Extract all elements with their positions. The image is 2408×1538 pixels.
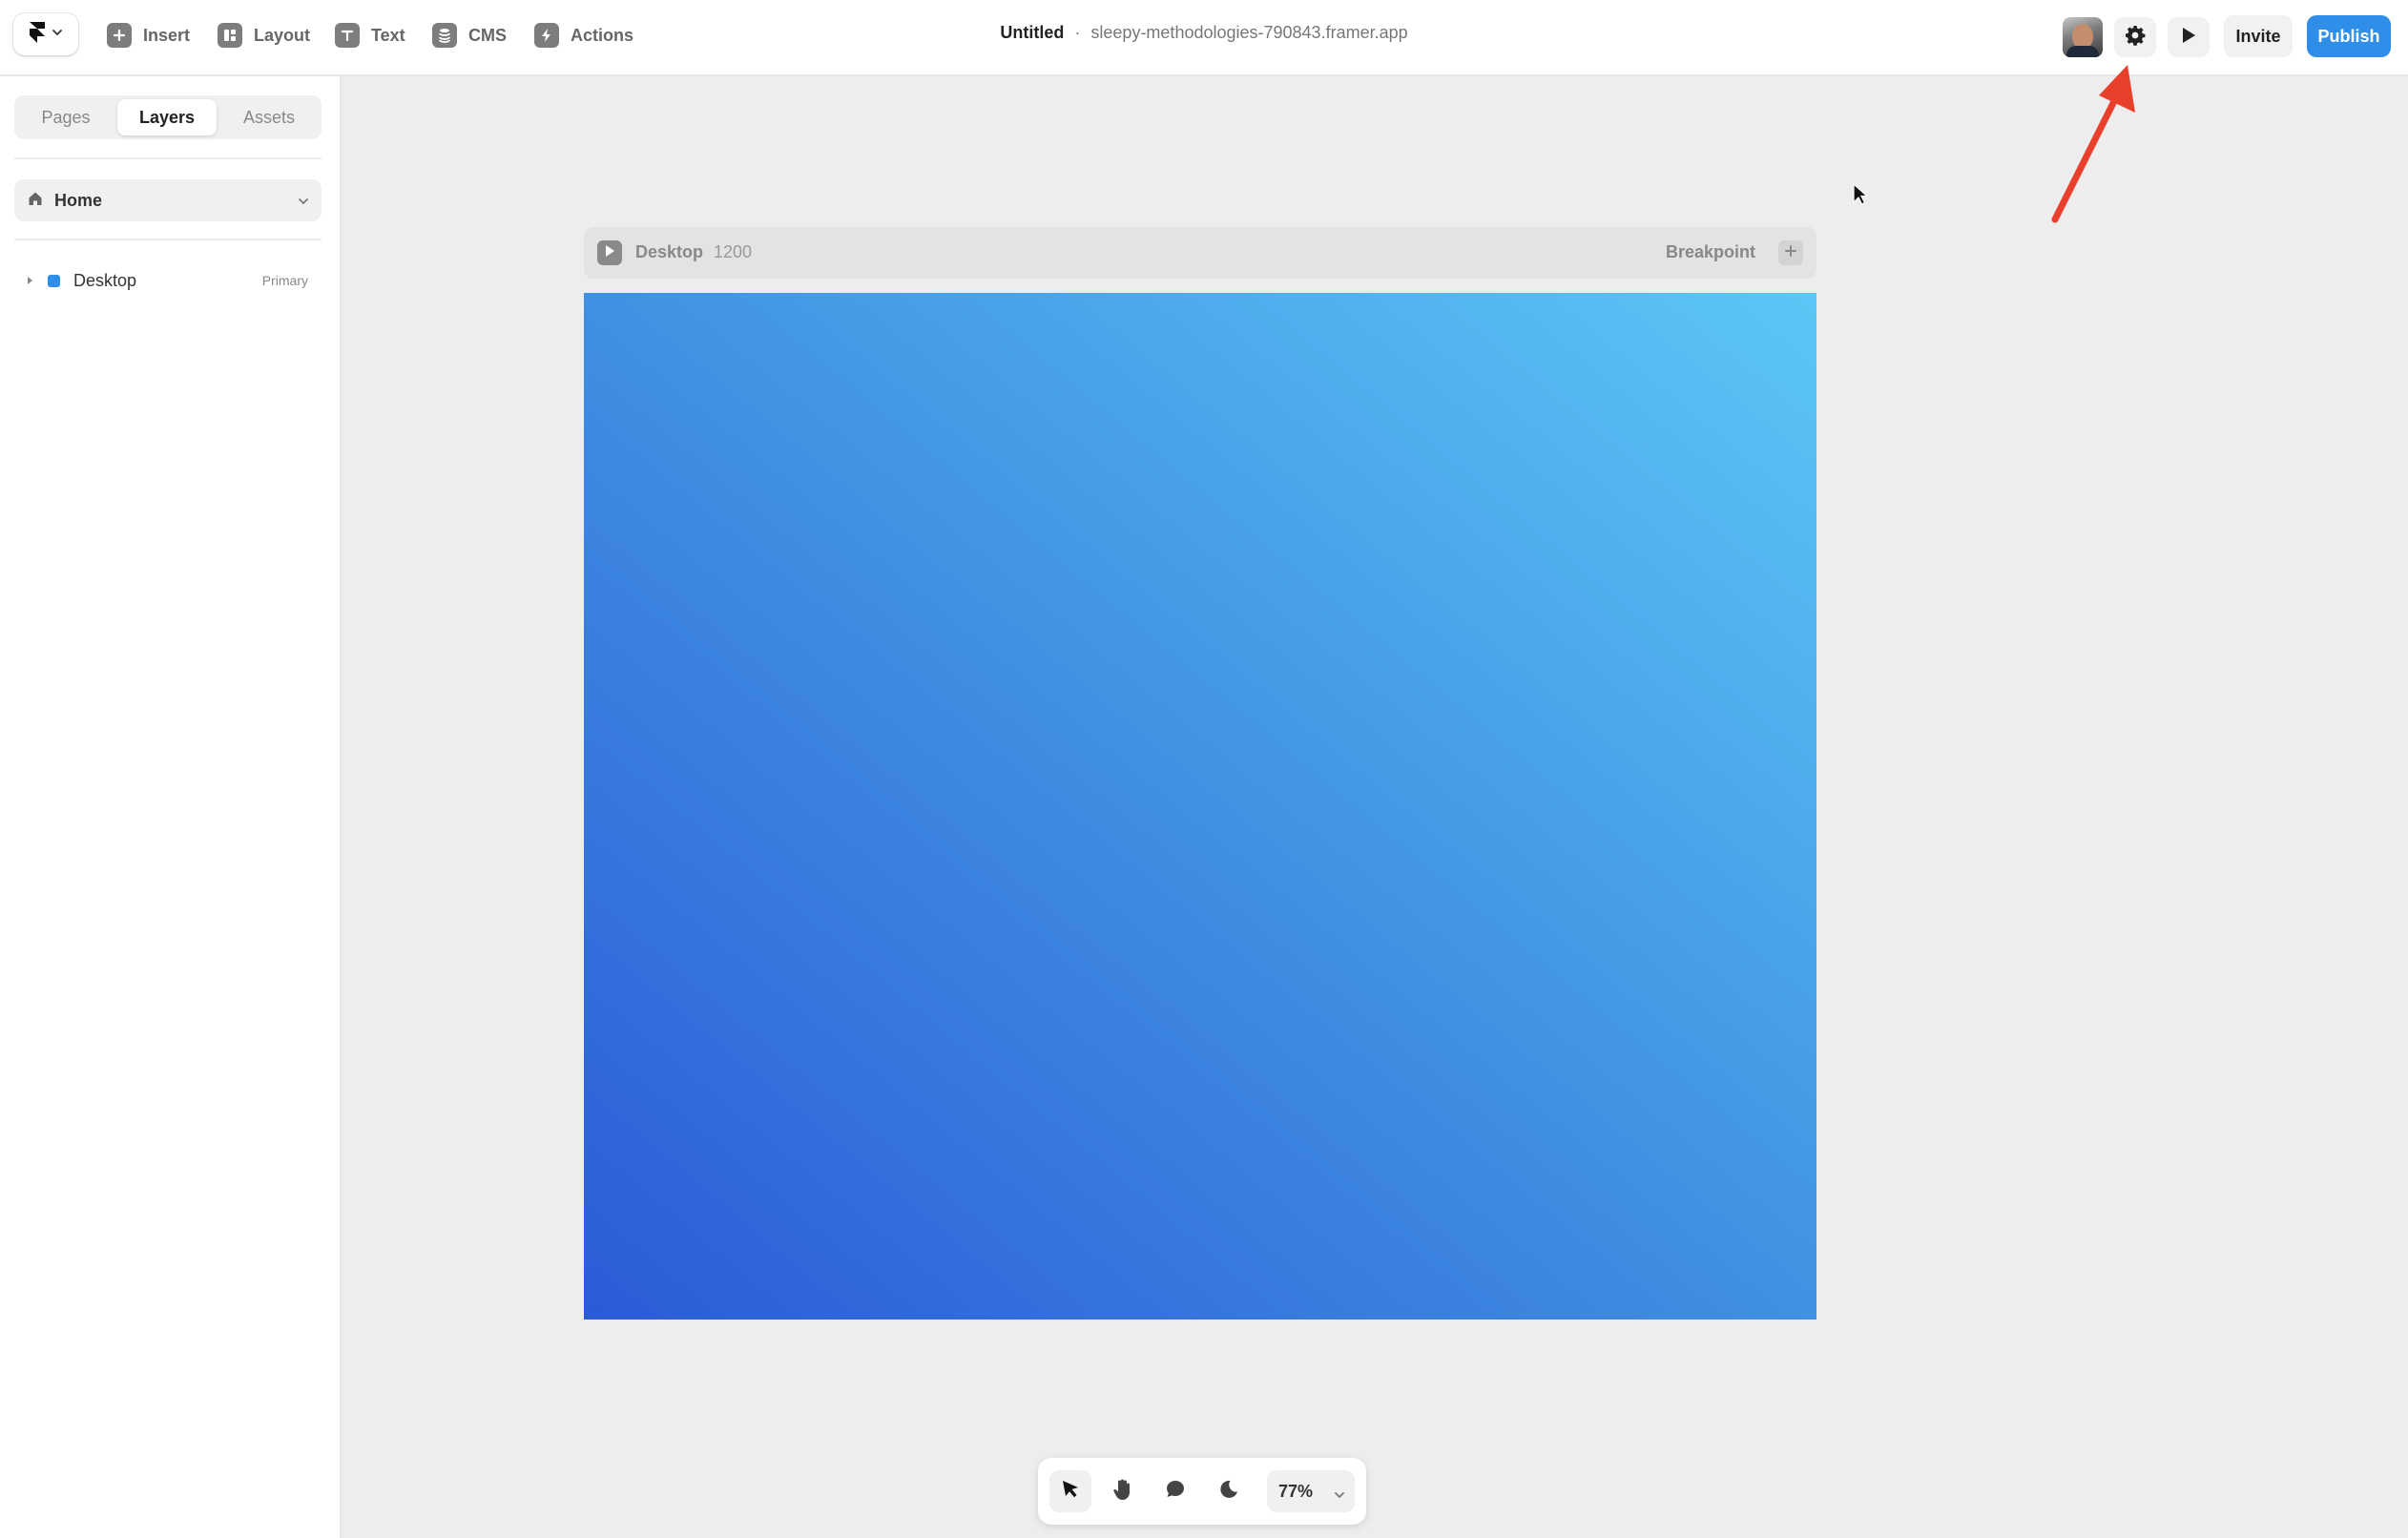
- zoom-value: 77%: [1278, 1481, 1314, 1501]
- publish-button[interactable]: Publish: [2307, 15, 2391, 57]
- framer-logo-icon: [29, 21, 46, 48]
- actions-label: Actions: [571, 25, 634, 45]
- layout-tool[interactable]: Layout: [218, 19, 310, 52]
- insert-tool[interactable]: Insert: [107, 19, 190, 52]
- layout-icon: [218, 23, 242, 48]
- home-icon: [28, 191, 43, 211]
- sidebar-divider: [14, 239, 322, 240]
- select-tool-button[interactable]: [1049, 1470, 1091, 1512]
- chevron-down-icon: [52, 26, 63, 43]
- text-label: Text: [371, 25, 405, 45]
- frame-width: 1200: [714, 242, 753, 261]
- lightning-icon: [534, 23, 559, 48]
- title-separator: ·: [1074, 23, 1081, 42]
- left-sidebar: Pages Layers Assets Home Desktop Primary: [0, 76, 342, 1538]
- add-breakpoint-button[interactable]: [1778, 240, 1803, 265]
- desktop-frame[interactable]: [584, 293, 1816, 1320]
- zoom-selector[interactable]: 77%: [1267, 1470, 1355, 1512]
- frame-preview-button[interactable]: [597, 240, 622, 265]
- sidebar-divider: [14, 157, 322, 159]
- doc-domain[interactable]: sleepy-methodologies-790843.framer.app: [1090, 23, 1407, 42]
- dark-mode-button[interactable]: [1208, 1470, 1250, 1512]
- framer-menu-button[interactable]: [13, 13, 78, 55]
- user-avatar[interactable]: [2063, 17, 2103, 57]
- page-selector-label: Home: [54, 190, 103, 210]
- tab-assets[interactable]: Assets: [220, 99, 318, 135]
- cms-tool[interactable]: CMS: [432, 19, 507, 52]
- invite-button[interactable]: Invite: [2224, 15, 2293, 57]
- actions-tool[interactable]: Actions: [534, 19, 633, 52]
- play-icon: [2180, 26, 2197, 50]
- expand-arrow-icon[interactable]: [28, 277, 32, 284]
- annotation-arrow: [2051, 65, 2135, 223]
- play-icon: [604, 244, 615, 262]
- hand-tool-button[interactable]: [1101, 1470, 1143, 1512]
- tab-layers[interactable]: Layers: [117, 99, 217, 135]
- frame-header: Desktop 1200 Breakpoint: [584, 227, 1816, 279]
- text-tool[interactable]: Text: [335, 19, 405, 52]
- sidebar-tabs: Pages Layers Assets: [14, 95, 322, 139]
- tab-pages[interactable]: Pages: [18, 99, 114, 135]
- hand-icon: [1111, 1478, 1132, 1506]
- canvas[interactable]: Desktop 1200 Breakpoint: [342, 76, 2063, 1538]
- primary-badge: Primary: [261, 273, 308, 288]
- plus-icon: [107, 23, 132, 48]
- breakpoint-label[interactable]: Breakpoint: [1666, 242, 1755, 262]
- chevron-down-icon: [297, 193, 310, 213]
- layout-label: Layout: [254, 25, 311, 45]
- comment-icon: [1165, 1479, 1186, 1505]
- database-icon: [432, 23, 457, 48]
- chevron-down-icon: [1334, 1486, 1345, 1506]
- bottom-toolbar: 77%: [1038, 1458, 1366, 1525]
- doc-name: Untitled: [1000, 23, 1065, 42]
- gear-icon: [2124, 24, 2147, 52]
- plus-icon: [1784, 244, 1797, 262]
- page-selector[interactable]: Home: [14, 179, 322, 221]
- preview-button[interactable]: [2168, 17, 2210, 57]
- settings-button[interactable]: [2114, 17, 2156, 57]
- pointer-icon: [1060, 1479, 1081, 1505]
- frame-icon: [48, 274, 60, 287]
- text-icon: [335, 23, 360, 48]
- comment-tool-button[interactable]: [1154, 1470, 1196, 1512]
- mouse-cursor-icon: [1853, 182, 1869, 211]
- insert-label: Insert: [143, 25, 191, 45]
- layer-item-desktop[interactable]: Desktop Primary: [14, 263, 322, 298]
- cms-label: CMS: [468, 25, 507, 45]
- moon-icon: [1218, 1479, 1239, 1505]
- frame-name: Desktop: [635, 242, 704, 261]
- layer-name: Desktop: [73, 270, 137, 290]
